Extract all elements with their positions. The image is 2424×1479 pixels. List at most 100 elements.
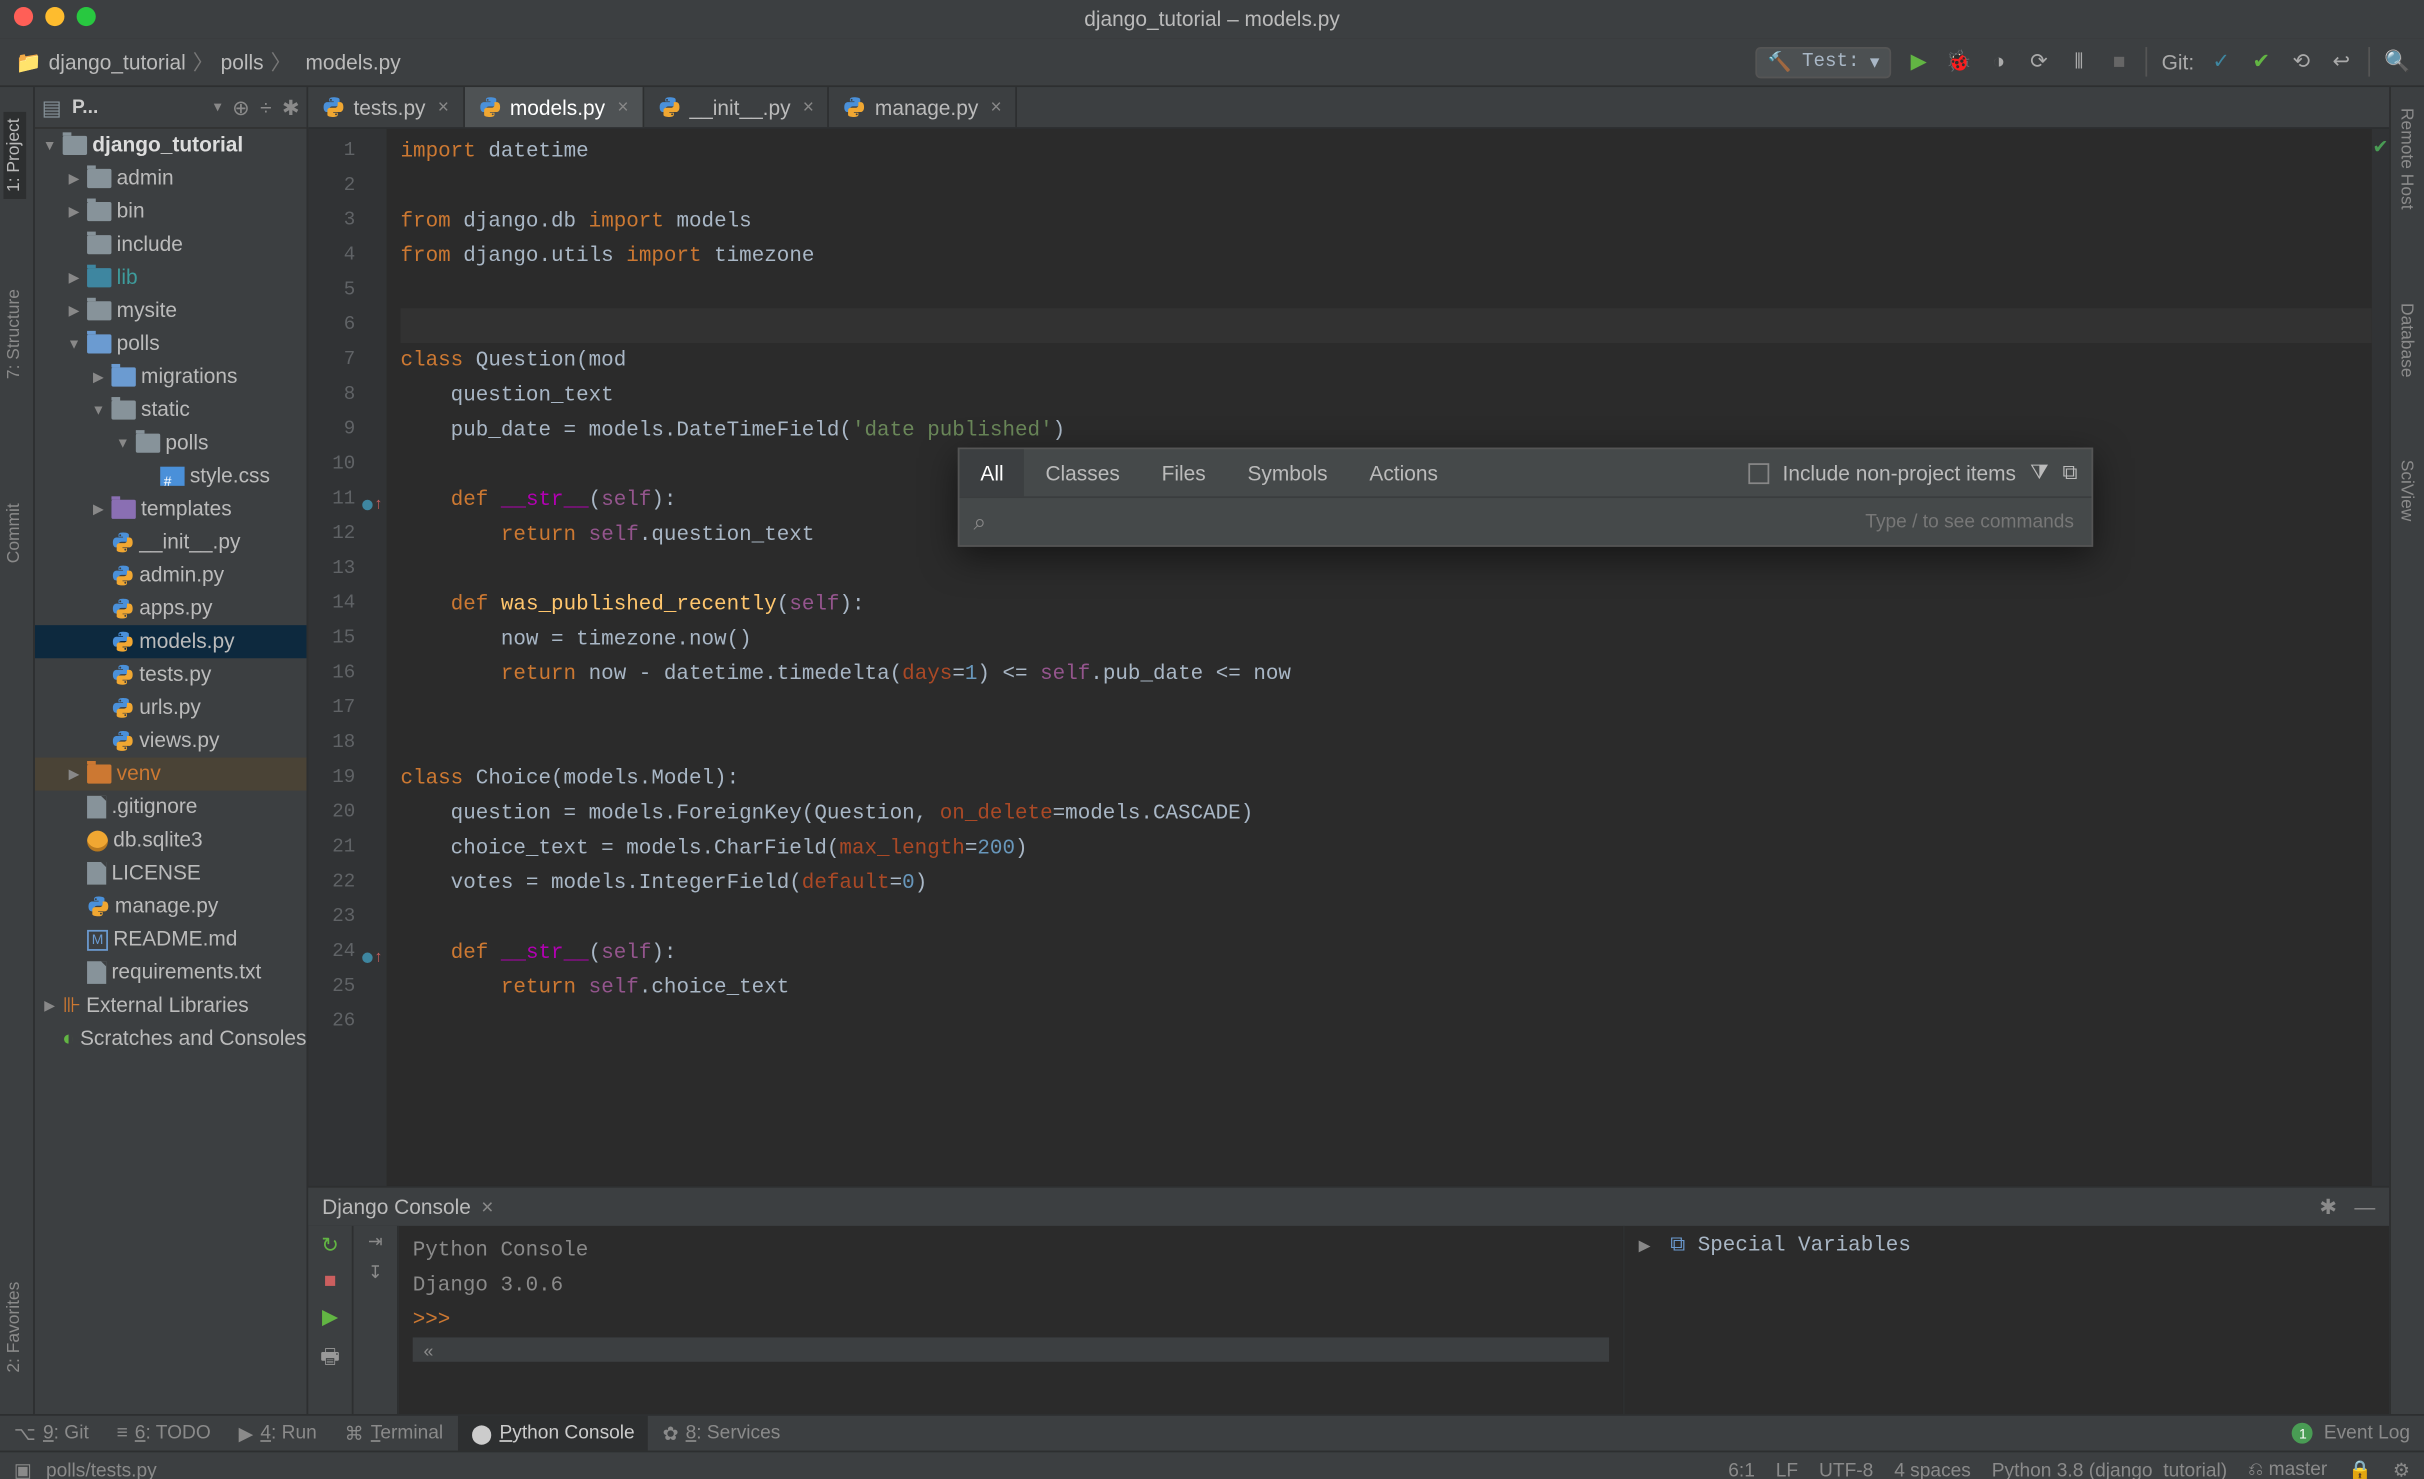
console-tab-title[interactable]: Django Console [322,1195,471,1219]
tree-row[interactable]: ▶tests.py [35,658,307,691]
coverage-icon[interactable]: ◑ [1986,49,2012,75]
editor-tab[interactable]: tests.py× [308,87,464,127]
soft-wrap-icon[interactable]: ⇥ [368,1233,383,1254]
gutter-line[interactable]: 26 [308,1005,386,1040]
se-tab-symbols[interactable]: Symbols [1227,449,1349,496]
gutter-line[interactable]: 17 [308,691,386,726]
tool-favorites-button[interactable]: 2: Favorites [3,1274,26,1379]
code-line[interactable] [401,308,2372,343]
tree-row[interactable]: ▶mysite [35,294,307,327]
code-line[interactable]: def was_published_recently(self): [401,587,2372,622]
gutter-line[interactable]: 11↑ [308,482,386,517]
gutter-line[interactable]: 19 [308,761,386,796]
tree-row[interactable]: ▶apps.py [35,592,307,625]
bottom-tool-button[interactable]: ▶4: Run [225,1416,331,1451]
debug-icon[interactable]: 🐞 [1946,49,1972,75]
gutter-line[interactable]: 10 [308,448,386,483]
editor-tabs[interactable]: tests.py×models.py×__init__.py×manage.py… [308,87,2389,129]
status-caret[interactable]: 6:1 [1728,1460,1755,1479]
gutter-line[interactable]: 6 [308,308,386,343]
code-line[interactable]: question = models.ForeignKey(Question, o… [401,796,2372,831]
minimize-window-icon[interactable] [45,7,64,26]
gutter-line[interactable]: 3 [308,204,386,239]
bottom-tool-button[interactable]: ⬤Python Console [457,1416,649,1451]
code-line[interactable] [401,726,2372,761]
code-line[interactable]: class Choice(models.Model): [401,761,2372,796]
tree-row[interactable]: ▶lib [35,261,307,294]
se-tab-actions[interactable]: Actions [1349,449,1459,496]
status-branch[interactable]: ⎌ master [2248,1459,2327,1479]
gutter-line[interactable]: 13 [308,552,386,587]
chevron-down-icon[interactable]: ▾ [214,98,222,117]
tree-row[interactable]: ▼polls [35,327,307,360]
tree-arrow-icon[interactable]: ▶ [66,294,82,327]
tree-arrow-icon[interactable]: ▶ [91,493,107,526]
tree-row[interactable]: ▶LICENSE [35,857,307,890]
editor-tab[interactable]: manage.py× [830,87,1018,127]
tree-row[interactable]: ▶style.css [35,460,307,493]
tree-row[interactable]: ▶urls.py [35,691,307,724]
select-opened-file-icon[interactable]: ⊕ [232,95,250,119]
tree-arrow-icon[interactable]: ▶ [66,758,82,791]
code-line[interactable]: now = timezone.now() [401,622,2372,657]
tree-row[interactable]: ▶venv [35,758,307,791]
tool-database-button[interactable]: Database [2394,296,2417,384]
tree-arrow-icon[interactable]: ▶ [66,195,82,228]
scroll-end-icon[interactable]: ↧ [368,1264,383,1285]
tree-arrow-icon[interactable]: ▼ [115,427,131,460]
tree-arrow-icon[interactable]: ▶ [91,360,107,393]
close-tab-icon[interactable]: × [481,1195,493,1219]
breadcrumb[interactable]: 📁 django_tutorial 〉 polls 〉 models.py [0,47,401,77]
tool-sciview-button[interactable]: SciView [2394,453,2417,529]
gutter-line[interactable]: 1 [308,134,386,169]
code-line[interactable]: def __str__(self): [401,935,2372,970]
close-tab-icon[interactable]: × [803,97,814,118]
se-tab-files[interactable]: Files [1141,449,1227,496]
bottom-tool-button[interactable]: ✿8: Services [649,1416,795,1451]
console-output[interactable]: Python Console Django 3.0.6 >>> « [399,1226,1623,1414]
tree-row[interactable]: ▶admin.py [35,559,307,592]
error-stripe[interactable]: ✔ [2372,129,2389,1186]
console-history-icon[interactable]: 🖶 [320,1341,340,1378]
gutter-line[interactable]: 9 [308,413,386,448]
breadcrumb-item[interactable]: models.py [305,50,400,74]
tree-arrow-icon[interactable]: ▶ [42,989,58,1022]
project-view-title[interactable]: P... [72,97,98,118]
tree-row[interactable]: ▶MREADME.md [35,923,307,956]
vcs-update-icon[interactable]: ✓ [2208,49,2234,75]
status-ide-icon[interactable]: ⚙ [2393,1459,2410,1479]
gutter-line[interactable]: 12 [308,517,386,552]
code-line[interactable] [401,900,2372,935]
code-line[interactable]: from django.db import models [401,204,2372,239]
gutter-line[interactable]: 15 [308,622,386,657]
code-line[interactable]: from django.utils import timezone [401,239,2372,274]
gutter-line[interactable]: 20 [308,796,386,831]
console-settings-icon[interactable]: ✱ [2319,1195,2337,1219]
editor-tab[interactable]: models.py× [465,87,645,127]
tree-row[interactable]: ▶include [35,228,307,261]
code-line[interactable]: votes = models.IntegerField(default=0) [401,865,2372,900]
breadcrumb-item[interactable]: polls [221,50,264,74]
gutter-line[interactable]: 2 [308,169,386,204]
include-non-project-checkbox[interactable] [1748,462,1769,483]
status-lock-icon[interactable]: 🔒 [2348,1459,2372,1479]
tree-row[interactable]: ▶⊪External Libraries [35,989,307,1022]
gutter-line[interactable]: 23 [308,900,386,935]
code-line[interactable] [401,691,2372,726]
settings-icon[interactable]: ✱ [282,95,300,119]
tree-row[interactable]: ▶admin [35,162,307,195]
expand-arrow-icon[interactable]: ▶ [1639,1238,1651,1255]
tree-row[interactable]: ▼static [35,394,307,427]
gutter-line[interactable]: 22 [308,865,386,900]
tree-arrow-icon[interactable]: ▶ [66,261,82,294]
gutter-line[interactable]: 8 [308,378,386,413]
tree-row[interactable]: ▶migrations [35,360,307,393]
tree-row[interactable]: ▶__init__.py [35,526,307,559]
code-line[interactable] [401,273,2372,308]
se-tab-all[interactable]: All [960,449,1025,496]
tree-row[interactable]: ▶manage.py [35,890,307,923]
close-tab-icon[interactable]: × [991,97,1002,118]
search-icon[interactable]: 🔍 [2384,49,2410,75]
concurrency-icon[interactable]: ⫴ [2066,49,2092,75]
collapse-handle[interactable]: « [413,1337,1609,1361]
